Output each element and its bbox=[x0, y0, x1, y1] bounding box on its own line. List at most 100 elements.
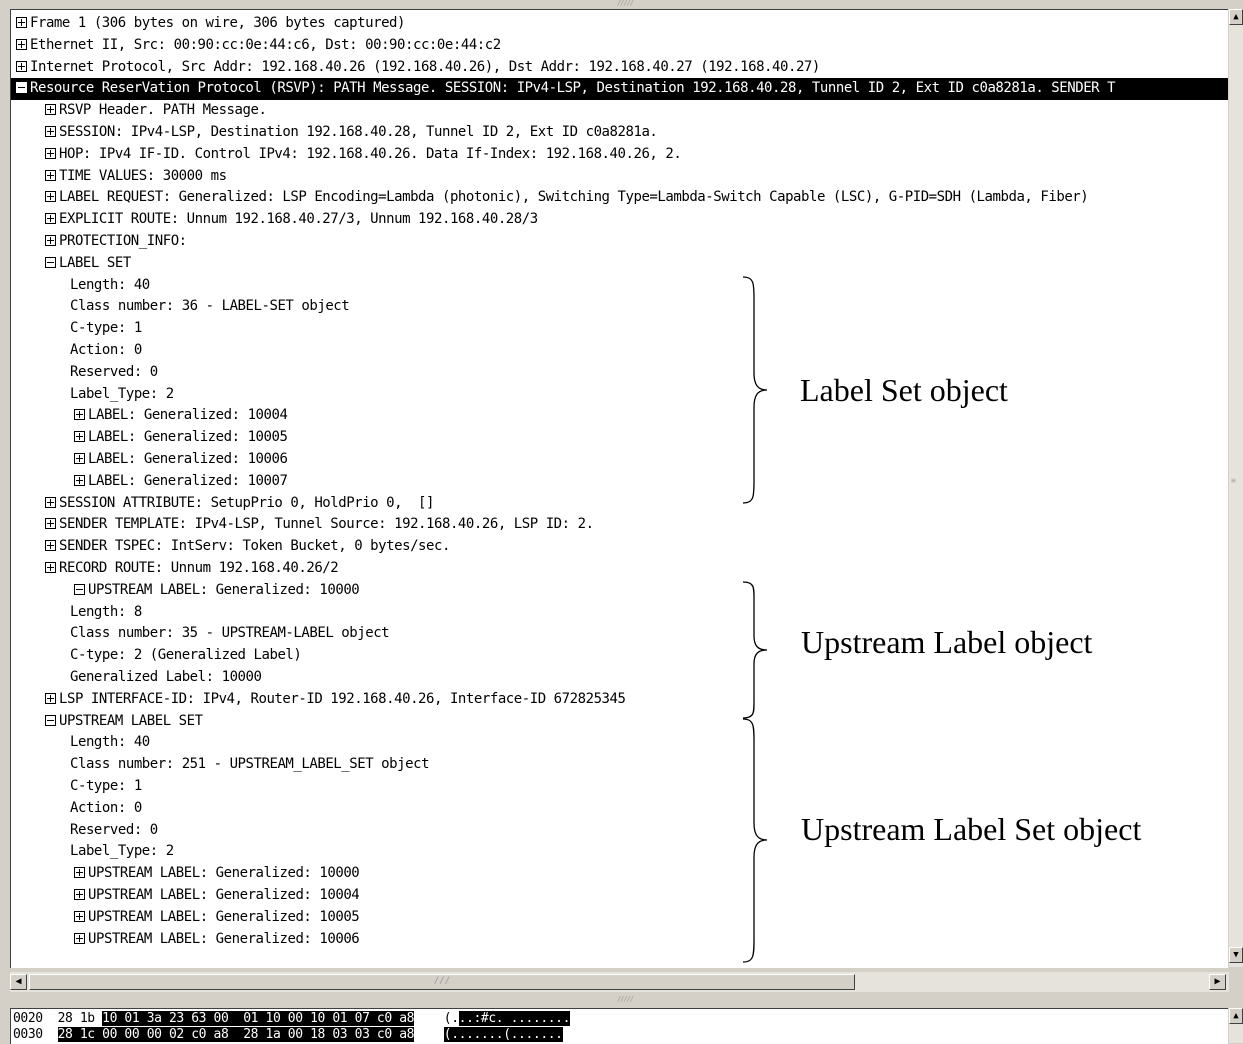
tree-row[interactable]: Frame 1 (306 bytes on wire, 306 bytes ca… bbox=[16, 13, 405, 35]
tree-row[interactable]: EXPLICIT ROUTE: Unnum 192.168.40.27/3, U… bbox=[45, 209, 538, 231]
brace-upstream-label bbox=[742, 581, 768, 719]
tree-horizontal-scrollbar[interactable]: ◀ /// ▶ bbox=[10, 972, 1229, 992]
expand-plus-icon[interactable] bbox=[74, 409, 85, 421]
expand-plus-icon[interactable] bbox=[45, 562, 56, 573]
tree-vertical-scrollbar[interactable]: ▲ ≡ ▼ bbox=[1229, 9, 1243, 967]
tree-row-text: Frame 1 (306 bytes on wire, 306 bytes ca… bbox=[30, 15, 405, 31]
tree-row[interactable]: Generalized Label: 10000 bbox=[70, 667, 262, 689]
collapse-minus-icon[interactable] bbox=[16, 82, 27, 94]
expand-plus-icon[interactable] bbox=[74, 932, 85, 944]
tree-row[interactable]: C-type: 2 (Generalized Label) bbox=[70, 645, 302, 667]
tree-row[interactable]: Length: 8 bbox=[70, 602, 142, 624]
hex-vertical-scrollbar[interactable]: ▲ bbox=[1229, 1008, 1243, 1043]
tree-row[interactable]: Reserved: 0 bbox=[70, 362, 158, 384]
tree-row[interactable]: LSP INTERFACE-ID: IPv4, Router-ID 192.16… bbox=[45, 689, 626, 711]
scroll-down-arrow-icon[interactable]: ▼ bbox=[1229, 947, 1243, 963]
tree-row-text: HOP: IPv4 IF-ID. Control IPv4: 192.168.4… bbox=[59, 145, 682, 162]
expand-plus-icon[interactable] bbox=[45, 692, 56, 704]
expand-plus-icon[interactable] bbox=[45, 213, 56, 225]
tree-row[interactable]: LABEL SET bbox=[45, 253, 131, 275]
collapse-minus-icon[interactable] bbox=[74, 583, 85, 595]
tree-row[interactable]: LABEL: Generalized: 10007 bbox=[74, 471, 288, 493]
expand-plus-icon[interactable] bbox=[74, 910, 85, 922]
expand-plus-icon[interactable] bbox=[16, 38, 27, 50]
tree-row[interactable]: SENDER TEMPLATE: IPv4-LSP, Tunnel Source… bbox=[45, 514, 594, 536]
tree-row-selected[interactable]: Resource ReserVation Protocol (RSVP): PA… bbox=[11, 78, 1228, 101]
tree-row-text: Ethernet II, Src: 00:90:cc:0e:44:c6, Dst… bbox=[30, 36, 501, 53]
tree-row[interactable]: SESSION ATTRIBUTE: SetupPrio 0, HoldPrio… bbox=[45, 493, 434, 515]
tree-row-text: LABEL: Generalized: 10006 bbox=[88, 451, 288, 467]
tree-row-text: C-type: 1 bbox=[70, 778, 142, 794]
hex-dump-pane[interactable]: 0020 28 1b 10 01 3a 23 63 00 01 10 00 10… bbox=[10, 1008, 1228, 1044]
collapse-minus-icon[interactable] bbox=[45, 714, 56, 726]
tree-row[interactable]: Reserved: 0 bbox=[70, 820, 158, 842]
tree-row[interactable]: UPSTREAM LABEL SET bbox=[45, 711, 203, 733]
tree-row[interactable]: RSVP Header. PATH Message. bbox=[45, 100, 267, 122]
expand-plus-icon[interactable] bbox=[45, 126, 56, 137]
tree-row[interactable]: TIME VALUES: 30000 ms bbox=[45, 166, 227, 188]
tree-row[interactable]: Length: 40 bbox=[70, 275, 150, 297]
tree-row[interactable]: UPSTREAM LABEL: Generalized: 10000 bbox=[74, 863, 360, 885]
tree-row[interactable]: Ethernet II, Src: 00:90:cc:0e:44:c6, Dst… bbox=[16, 35, 501, 57]
scroll-right-arrow-icon[interactable]: ▶ bbox=[1209, 974, 1226, 990]
annotation-upstream-label-set: Upstream Label Set object bbox=[801, 811, 1142, 847]
tree-row-text: Length: 8 bbox=[70, 603, 142, 620]
expand-plus-icon[interactable] bbox=[45, 496, 56, 508]
expand-plus-icon[interactable] bbox=[45, 235, 56, 246]
expand-plus-icon[interactable] bbox=[16, 60, 27, 72]
hex-scroll-up-arrow-icon[interactable]: ▲ bbox=[1229, 1008, 1243, 1024]
tree-row[interactable]: LABEL REQUEST: Generalized: LSP Encoding… bbox=[45, 187, 1089, 209]
annotation-upstream-label: Upstream Label object bbox=[801, 624, 1093, 660]
tree-row[interactable]: Class number: 36 - LABEL-SET object bbox=[70, 296, 350, 318]
packet-details-tree[interactable]: Frame 1 (306 bytes on wire, 306 bytes ca… bbox=[10, 9, 1228, 968]
tree-row[interactable]: PROTECTION_INFO: bbox=[45, 231, 187, 253]
tree-row[interactable]: UPSTREAM LABEL: Generalized: 10006 bbox=[74, 929, 360, 951]
expand-plus-icon[interactable] bbox=[16, 17, 27, 28]
collapse-minus-icon[interactable] bbox=[45, 256, 56, 268]
scroll-up-arrow-icon[interactable]: ▲ bbox=[1229, 9, 1243, 25]
tree-row[interactable]: C-type: 1 bbox=[70, 776, 142, 798]
expand-plus-icon[interactable] bbox=[74, 867, 85, 879]
tree-row[interactable]: Class number: 35 - UPSTREAM-LABEL object bbox=[70, 623, 390, 645]
pane-resize-grip-bottom[interactable]: ///// bbox=[590, 996, 660, 1003]
tree-row[interactable]: Internet Protocol, Src Addr: 192.168.40.… bbox=[16, 57, 820, 79]
expand-plus-icon[interactable] bbox=[74, 453, 85, 464]
scroll-left-arrow-icon[interactable]: ◀ bbox=[10, 974, 27, 990]
expand-plus-icon[interactable] bbox=[45, 104, 56, 116]
tree-row-text: LABEL SET bbox=[59, 254, 131, 271]
hex-row[interactable]: 0030 28 1c 00 00 00 02 c0 a8 28 1a 00 18… bbox=[13, 1026, 563, 1043]
tree-row[interactable]: Label_Type: 2 bbox=[70, 841, 174, 863]
tree-row-text: LABEL REQUEST: Generalized: LSP Encoding… bbox=[59, 189, 1089, 206]
tree-row[interactable]: UPSTREAM LABEL: Generalized: 10000 bbox=[74, 580, 360, 602]
expand-plus-icon[interactable] bbox=[74, 474, 85, 486]
tree-row[interactable]: RECORD ROUTE: Unnum 192.168.40.26/2 bbox=[45, 558, 339, 580]
tree-row-text: SENDER TEMPLATE: IPv4-LSP, Tunnel Source… bbox=[59, 516, 594, 533]
horizontal-scroll-thumb[interactable]: /// bbox=[29, 974, 855, 990]
hex-row[interactable]: 0020 28 1b 10 01 3a 23 63 00 01 10 00 10… bbox=[13, 1010, 570, 1027]
expand-plus-icon[interactable] bbox=[74, 431, 85, 443]
expand-plus-icon[interactable] bbox=[45, 518, 56, 530]
pane-resize-grip-top[interactable]: ///// bbox=[590, 0, 660, 7]
tree-row[interactable]: LABEL: Generalized: 10004 bbox=[74, 405, 288, 427]
tree-row-text: Length: 40 bbox=[70, 276, 150, 293]
tree-row[interactable]: UPSTREAM LABEL: Generalized: 10005 bbox=[74, 907, 360, 929]
expand-plus-icon[interactable] bbox=[45, 191, 56, 203]
tree-row[interactable]: LABEL: Generalized: 10006 bbox=[74, 449, 288, 471]
tree-row[interactable]: SENDER TSPEC: IntServ: Token Bucket, 0 b… bbox=[45, 536, 450, 558]
tree-row[interactable]: C-type: 1 bbox=[70, 318, 142, 340]
tree-row[interactable]: Class number: 251 - UPSTREAM_LABEL_SET o… bbox=[70, 754, 429, 776]
expand-plus-icon[interactable] bbox=[45, 147, 56, 159]
expand-plus-icon[interactable] bbox=[45, 169, 56, 181]
annotation-label-set: Label Set object bbox=[800, 372, 1008, 408]
tree-row[interactable]: Action: 0 bbox=[70, 798, 142, 820]
expand-plus-icon[interactable] bbox=[45, 540, 56, 552]
tree-row[interactable]: SESSION: IPv4-LSP, Destination 192.168.4… bbox=[45, 122, 658, 144]
hex-bytes-highlighted: 28 1c 00 00 00 02 c0 a8 28 1a 00 18 03 0… bbox=[57, 1027, 415, 1042]
tree-row[interactable]: LABEL: Generalized: 10005 bbox=[74, 427, 288, 449]
tree-row[interactable]: Action: 0 bbox=[70, 340, 142, 362]
tree-row[interactable]: Label_Type: 2 bbox=[70, 384, 174, 406]
tree-row[interactable]: UPSTREAM LABEL: Generalized: 10004 bbox=[74, 885, 360, 907]
expand-plus-icon[interactable] bbox=[74, 889, 85, 900]
tree-row[interactable]: HOP: IPv4 IF-ID. Control IPv4: 192.168.4… bbox=[45, 144, 682, 166]
tree-row[interactable]: Length: 40 bbox=[70, 732, 150, 754]
